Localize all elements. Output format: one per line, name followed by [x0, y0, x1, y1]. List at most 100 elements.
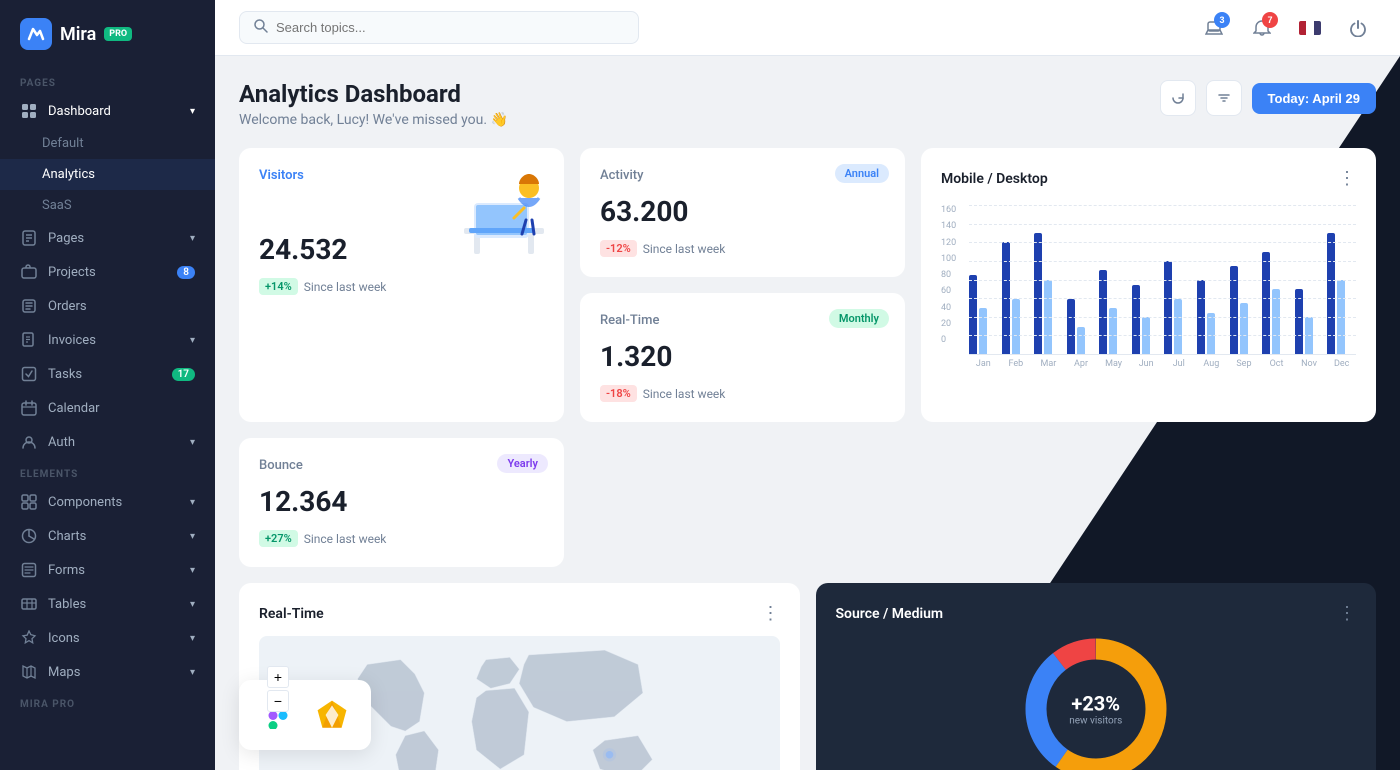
- activity-since: Since last week: [643, 242, 726, 256]
- bounce-value: 12.364: [259, 485, 544, 518]
- map-header: Real-Time ⋮: [259, 603, 780, 624]
- dashboard-icon: [20, 102, 38, 120]
- page-header-actions: Today: April 29: [1160, 80, 1376, 116]
- source-header: Source / Medium ⋮: [836, 603, 1357, 624]
- charts-chevron: ▾: [190, 531, 195, 542]
- bounce-footer: +27% Since last week: [259, 530, 544, 547]
- donut-label: new visitors: [1069, 716, 1122, 727]
- tasks-icon: [20, 365, 38, 383]
- sidebar-item-maps[interactable]: Maps ▾: [0, 655, 215, 689]
- saas-label: SaaS: [42, 198, 72, 213]
- pages-icon: [20, 229, 38, 247]
- bounce-card: Bounce Yearly 12.364 +27% Since last wee…: [239, 438, 564, 567]
- visitors-since: Since last week: [304, 280, 387, 294]
- components-label: Components: [48, 495, 122, 510]
- sidebar-item-dashboard[interactable]: Dashboard ▾: [0, 94, 215, 128]
- orders-icon: [20, 297, 38, 315]
- donut-center: +23% new visitors: [1069, 692, 1122, 727]
- auth-icon: [20, 433, 38, 451]
- maps-icon: [20, 663, 38, 681]
- sidebar-item-invoices[interactable]: Invoices ▾: [0, 323, 215, 357]
- tables-label: Tables: [48, 597, 86, 612]
- bottom-section: Real-Time ⋮ + −: [239, 583, 1376, 770]
- filter-button[interactable]: [1206, 80, 1242, 116]
- sidebar-item-tasks[interactable]: Tasks 17: [0, 357, 215, 391]
- sidebar-item-auth[interactable]: Auth ▾: [0, 425, 215, 459]
- sidebar-item-pages[interactable]: Pages ▾: [0, 221, 215, 255]
- sidebar-item-analytics[interactable]: Analytics: [0, 159, 215, 190]
- tasks-badge: 17: [172, 368, 195, 381]
- sidebar-item-charts[interactable]: Charts ▾: [0, 519, 215, 553]
- content-area: Analytics Dashboard Welcome back, Lucy! …: [215, 56, 1400, 770]
- zoom-in-button[interactable]: +: [267, 666, 289, 688]
- activity-change: -12%: [600, 240, 637, 257]
- sidebar-item-calendar[interactable]: Calendar: [0, 391, 215, 425]
- bounce-since: Since last week: [304, 532, 387, 546]
- content-inner: Analytics Dashboard Welcome back, Lucy! …: [215, 56, 1400, 770]
- flag-button[interactable]: [1292, 10, 1328, 46]
- pages-label: Pages: [48, 231, 84, 246]
- realtime-map-card: Real-Time ⋮ + −: [239, 583, 800, 770]
- orders-label: Orders: [48, 299, 87, 314]
- today-button[interactable]: Today: April 29: [1252, 83, 1376, 114]
- sidebar-item-icons[interactable]: Icons ▾: [0, 621, 215, 655]
- projects-icon: [20, 263, 38, 281]
- x-axis-labels: Jan Feb Mar Apr May Jun Jul Aug Sep Oct: [969, 355, 1356, 369]
- refresh-button[interactable]: [1160, 80, 1196, 116]
- chat-badge: 3: [1214, 12, 1230, 28]
- forms-icon: [20, 561, 38, 579]
- bell-button[interactable]: 7: [1244, 10, 1280, 46]
- search-icon: [254, 18, 268, 37]
- sidebar-item-tables[interactable]: Tables ▾: [0, 587, 215, 621]
- realtime-footer: -18% Since last week: [600, 385, 885, 402]
- source-medium-card: Source / Medium ⋮: [816, 583, 1377, 770]
- auth-chevron: ▾: [190, 437, 195, 448]
- sidebar-item-projects[interactable]: Projects 8: [0, 255, 215, 289]
- bar-chart-bars: [969, 205, 1356, 355]
- forms-chevron: ▾: [190, 565, 195, 576]
- projects-badge: 8: [177, 266, 195, 279]
- activity-footer: -12% Since last week: [600, 240, 885, 257]
- y-axis: 160 140 120 100 80 60 40 20 0: [941, 205, 956, 345]
- auth-label: Auth: [48, 435, 75, 450]
- zoom-out-button[interactable]: −: [267, 690, 289, 712]
- mobile-desktop-menu[interactable]: ⋮: [1338, 168, 1356, 189]
- sidebar-item-saas[interactable]: SaaS: [0, 190, 215, 221]
- components-chevron: ▾: [190, 497, 195, 508]
- mobile-desktop-card: Mobile / Desktop ⋮ 160 140 120 100 80 60…: [921, 148, 1376, 422]
- page-subtitle: Welcome back, Lucy! We've missed you. 👋: [239, 112, 508, 128]
- donut-wrapper: +23% new visitors: [836, 634, 1357, 770]
- sidebar-item-default[interactable]: Default: [0, 128, 215, 159]
- search-box[interactable]: [239, 11, 639, 44]
- bell-badge: 7: [1262, 12, 1278, 28]
- maps-chevron: ▾: [190, 667, 195, 678]
- realtime-badge: Monthly: [829, 309, 889, 328]
- dashboard-chevron: ▾: [190, 106, 195, 117]
- main-area: 3 7: [215, 0, 1400, 770]
- charts-icon: [20, 527, 38, 545]
- sidebar-logo[interactable]: Mira PRO: [0, 0, 215, 68]
- bounce-change: +27%: [259, 530, 298, 547]
- charts-label: Charts: [48, 529, 86, 544]
- sidebar-item-forms[interactable]: Forms ▾: [0, 553, 215, 587]
- source-menu[interactable]: ⋮: [1338, 603, 1356, 624]
- invoices-icon: [20, 331, 38, 349]
- donut-container: +23% new visitors: [1021, 634, 1171, 770]
- sidebar-item-components[interactable]: Components ▾: [0, 485, 215, 519]
- realtime-value: 1.320: [600, 340, 885, 373]
- notifications-chat-button[interactable]: 3: [1196, 10, 1232, 46]
- sidebar-item-orders[interactable]: Orders: [0, 289, 215, 323]
- realtime-change: -18%: [600, 385, 637, 402]
- mira-pro-section-label: MIRA PRO: [0, 689, 215, 715]
- default-label: Default: [42, 136, 84, 151]
- map-menu[interactable]: ⋮: [762, 603, 780, 624]
- realtime-card: Real-Time Monthly 1.320 -18% Since last …: [580, 293, 905, 422]
- search-input[interactable]: [276, 20, 624, 35]
- donut-percent: +23%: [1069, 692, 1122, 716]
- power-button[interactable]: [1340, 10, 1376, 46]
- source-title: Source / Medium: [836, 606, 944, 622]
- pro-badge: PRO: [104, 27, 132, 41]
- realtime-since: Since last week: [643, 387, 726, 401]
- calendar-label: Calendar: [48, 401, 100, 416]
- map-zoom-controls[interactable]: + −: [267, 666, 289, 712]
